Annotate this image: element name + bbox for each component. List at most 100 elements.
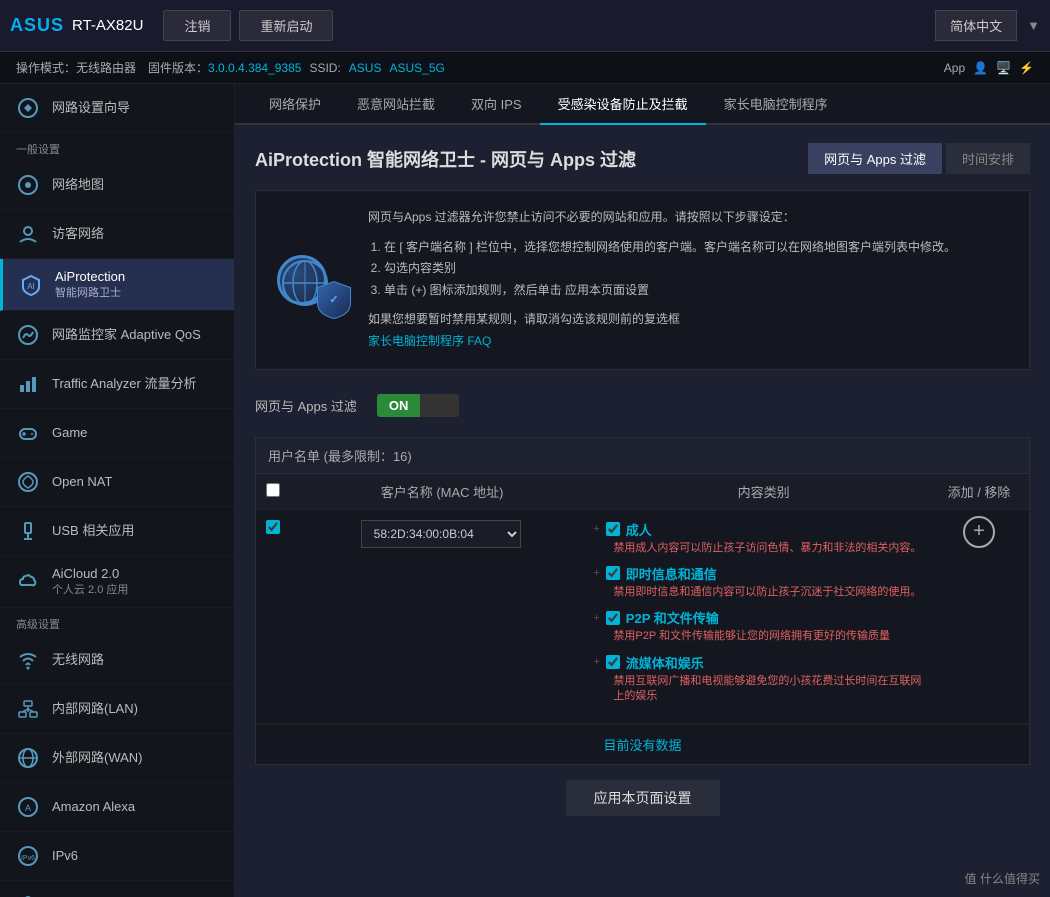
col-mac-header: 客户名称 (MAC 地址) — [296, 482, 588, 501]
firmware-label: 固件版本： — [148, 59, 208, 76]
main-layout: 网路设置向导 一般设置 网络地图 访客网络 AI AiP — [0, 84, 1050, 897]
sidebar-item-alexa[interactable]: A Amazon Alexa — [0, 783, 234, 832]
cat-streaming-checkbox[interactable] — [606, 655, 620, 669]
header-right: 简体中文 ▼ — [935, 10, 1040, 41]
cat-im-name: 即时信息和通信 — [626, 564, 717, 583]
lang-button[interactable]: 简体中文 — [935, 10, 1017, 41]
svg-text:✓: ✓ — [329, 294, 338, 306]
wireless-icon — [14, 646, 42, 674]
users-table: 用户名单 (最多限制：16) 客户名称 (MAC 地址) 内容类别 添加 / 移… — [255, 437, 1030, 765]
lan-icon — [14, 695, 42, 723]
sidebar-item-wizard[interactable]: 网路设置向导 — [0, 84, 234, 133]
alexa-icon: A — [14, 793, 42, 821]
wan-icon — [14, 744, 42, 772]
tab-network-protection[interactable]: 网络保护 — [251, 84, 339, 125]
apply-button[interactable]: 应用本页面设置 — [566, 780, 720, 816]
sidebar-item-vpn[interactable]: VPN — [0, 881, 234, 897]
table-column-headers: 客户名称 (MAC 地址) 内容类别 添加 / 移除 — [256, 474, 1029, 510]
traffic-icon — [14, 370, 42, 398]
monitor-icon[interactable]: 🖥️ — [996, 61, 1011, 75]
filter-label: 网页与 Apps 过滤 — [255, 396, 357, 415]
cat-expand-streaming-icon[interactable]: + — [593, 656, 599, 668]
mac-select[interactable]: 58:2D:34:00:0B:04 — [361, 520, 521, 548]
info-note: 如果您想要暂时禁用某规则，请取消勾选该规则前的复选框 — [368, 309, 956, 331]
cat-p2p-name: P2P 和文件传输 — [626, 608, 719, 627]
ssid-label: SSID: — [309, 61, 340, 75]
vpn-icon — [14, 891, 42, 897]
cat-streaming-name: 流媒体和娱乐 — [626, 653, 704, 672]
action-schedule-button[interactable]: 时间安排 — [946, 143, 1030, 174]
category-p2p: + P2P 和文件传输 禁用P2P 和文件传输能够让您的网络拥有更好的传输质量 — [593, 608, 931, 644]
sidebar-item-wireless[interactable]: 无线网路 — [0, 636, 234, 685]
content-categories-cell: + 成人 禁用成人内容可以防止孩子访问色情、暴力和非法的相关内容。 + — [585, 516, 939, 717]
usb-apps-icon — [14, 517, 42, 545]
sidebar-item-lan[interactable]: 内部网路(LAN) — [0, 685, 234, 734]
category-im: + 即时信息和通信 禁用即时信息和通信内容可以防止孩子沉迷于社交网络的使用。 — [593, 564, 931, 600]
sidebar-item-open-nat[interactable]: Open NAT — [0, 458, 234, 507]
cat-p2p-checkbox[interactable] — [606, 611, 620, 625]
cat-im-desc: 禁用即时信息和通信内容可以防止孩子沉迷于社交网络的使用。 — [613, 585, 931, 600]
info-step2: 勾选内容类别 — [384, 258, 956, 280]
sidebar-section-general: 一般设置 — [0, 133, 234, 161]
sidebar-item-aiprotection[interactable]: AI AiProtection 智能网路卫士 — [0, 259, 234, 311]
no-data-row: 目前没有数据 — [256, 724, 1029, 764]
page-actions: 网页与 Apps 过滤 时间安排 — [808, 143, 1030, 174]
sidebar-item-adaptive-qos[interactable]: 网路监控家 Adaptive QoS — [0, 311, 234, 360]
page-title: AiProtection 智能网络卫士 - 网页与 Apps 过滤 — [255, 146, 636, 172]
cat-p2p-desc: 禁用P2P 和文件传输能够让您的网络拥有更好的传输质量 — [613, 629, 931, 644]
mac-address-cell: 58:2D:34:00:0B:04 — [296, 516, 585, 552]
aicloud-icon — [14, 568, 42, 596]
ssid2: ASUS_5G — [389, 61, 444, 75]
sidebar-item-aicloud[interactable]: AiCloud 2.0 个人云 2.0 应用 — [0, 556, 234, 608]
info-step1: 在 [ 客户端名称 ] 栏位中，选择您想控制网络使用的客户端。客户端名称可以在网… — [384, 237, 956, 259]
category-adult: + 成人 禁用成人内容可以防止孩子访问色情、暴力和非法的相关内容。 — [593, 520, 931, 556]
tab-malicious-sites[interactable]: 恶意网站拦截 — [339, 84, 453, 125]
tab-parental[interactable]: 家长电脑控制程序 — [706, 84, 846, 125]
col-check-header — [266, 483, 296, 500]
tab-infected-device[interactable]: 受感染设备防止及拦截 — [540, 84, 706, 125]
guest-icon — [14, 220, 42, 248]
ipv6-icon: IPv6 — [14, 842, 42, 870]
cat-expand-icon[interactable]: + — [593, 523, 599, 535]
tab-two-way-ips[interactable]: 双向 IPS — [453, 84, 540, 125]
sidebar-item-ipv6[interactable]: IPv6 IPv6 — [0, 832, 234, 881]
user-icon[interactable]: 👤 — [973, 61, 988, 75]
sidebar-item-usb[interactable]: USB 相关应用 — [0, 507, 234, 556]
filter-row: 网页与 Apps 过滤 ON — [255, 386, 1030, 425]
apply-bar: 应用本页面设置 — [255, 765, 1030, 830]
faq-link[interactable]: 家长电脑控制程序 FAQ — [368, 334, 491, 348]
col-action-header: 添加 / 移除 — [939, 482, 1019, 501]
action-cell: + — [939, 516, 1019, 548]
action-filter-button[interactable]: 网页与 Apps 过滤 — [808, 143, 942, 174]
cat-expand-im-icon[interactable]: + — [593, 567, 599, 579]
toggle-switch[interactable]: ON — [377, 394, 459, 417]
page-header: AiProtection 智能网络卫士 - 网页与 Apps 过滤 网页与 Ap… — [255, 143, 1030, 174]
chevron-down-icon: ▼ — [1027, 18, 1040, 33]
sidebar-item-network-map[interactable]: 网络地图 — [0, 161, 234, 210]
firmware-version[interactable]: 3.0.0.4.384_9385 — [208, 61, 301, 75]
adaptive-qos-icon — [14, 321, 42, 349]
row-checkbox[interactable] — [266, 520, 280, 534]
aiprotection-icon: AI — [17, 271, 45, 299]
status-bar: 操作模式：无线路由器 固件版本： 3.0.0.4.384_9385 SSID: … — [0, 52, 1050, 84]
cat-adult-checkbox[interactable] — [606, 522, 620, 536]
sidebar-item-game[interactable]: Game — [0, 409, 234, 458]
cat-expand-p2p-icon[interactable]: + — [593, 612, 599, 624]
app-icons: App 👤 🖥️ ⚡ — [944, 61, 1034, 75]
add-rule-button[interactable]: + — [963, 516, 995, 548]
row-checkbox-cell — [266, 516, 296, 537]
sidebar-item-label-wizard: 网路设置向导 — [52, 100, 130, 117]
select-all-checkbox[interactable] — [266, 483, 280, 497]
sidebar-item-wan[interactable]: 外部网路(WAN) — [0, 734, 234, 783]
register-button[interactable]: 注销 — [163, 10, 231, 41]
sidebar-section-advanced: 高级设置 — [0, 608, 234, 636]
mode-label: 操作模式：无线路由器 — [16, 59, 136, 76]
restart-button[interactable]: 重新启动 — [239, 10, 333, 41]
sidebar-item-guest[interactable]: 访客网络 — [0, 210, 234, 259]
usb-icon[interactable]: ⚡ — [1019, 61, 1034, 75]
cat-im-checkbox[interactable] — [606, 566, 620, 580]
svg-text:A: A — [25, 803, 31, 813]
toggle-off-area — [420, 394, 458, 417]
sidebar-item-traffic[interactable]: Traffic Analyzer 流量分析 — [0, 360, 234, 409]
page-content: AiProtection 智能网络卫士 - 网页与 Apps 过滤 网页与 Ap… — [235, 125, 1050, 848]
